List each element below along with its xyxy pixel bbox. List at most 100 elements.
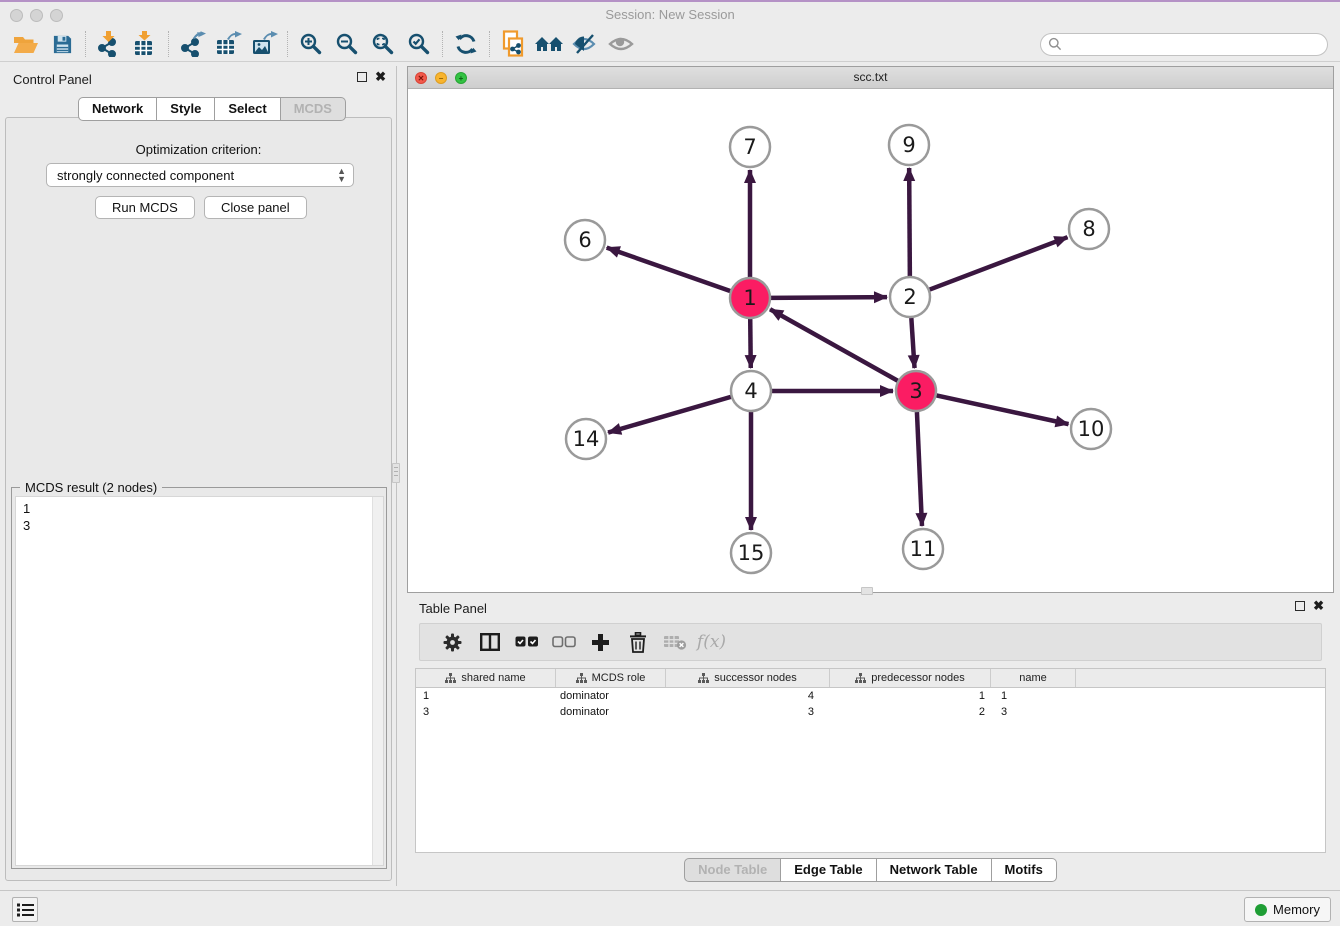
float-table-panel-icon[interactable] bbox=[1295, 601, 1305, 611]
apply-layout-icon[interactable] bbox=[448, 29, 484, 59]
control-panel-tabs: Network Style Select MCDS bbox=[78, 97, 346, 121]
network-window-titlebar[interactable]: ✕ − + scc.txt bbox=[408, 67, 1333, 89]
table-row[interactable]: 3dominator323 bbox=[416, 704, 1325, 720]
column-header-shared-name[interactable]: shared name bbox=[416, 669, 556, 687]
column-header-filler bbox=[1076, 669, 1325, 687]
column-header-predecessor-nodes[interactable]: predecessor nodes bbox=[830, 669, 991, 687]
export-image-icon[interactable] bbox=[246, 29, 282, 59]
table-cell: 2 bbox=[830, 706, 991, 718]
column-header-mcds-role[interactable]: MCDS role bbox=[556, 669, 666, 687]
import-table-icon[interactable] bbox=[127, 29, 163, 59]
float-panel-icon[interactable] bbox=[357, 72, 367, 82]
horizontal-split-grip[interactable] bbox=[861, 587, 873, 595]
graph-edge-1-4[interactable] bbox=[750, 319, 751, 368]
toolbar-separator bbox=[287, 31, 288, 57]
memory-button[interactable]: Memory bbox=[1244, 897, 1331, 922]
traffic-lights[interactable] bbox=[10, 9, 70, 27]
zoom-selected-icon[interactable] bbox=[401, 29, 437, 59]
graph-edge-1-2[interactable] bbox=[771, 297, 887, 298]
tab-style[interactable]: Style bbox=[157, 97, 215, 121]
zoom-out-icon[interactable] bbox=[329, 29, 365, 59]
save-session-icon[interactable] bbox=[44, 29, 80, 59]
deselect-all-icon[interactable] bbox=[545, 627, 582, 657]
tab-network-table[interactable]: Network Table bbox=[877, 858, 992, 882]
export-table-icon[interactable] bbox=[210, 29, 246, 59]
delete-icon[interactable] bbox=[619, 627, 656, 657]
search-input[interactable] bbox=[1040, 33, 1328, 56]
task-history-button[interactable] bbox=[12, 897, 38, 922]
toolbar-separator bbox=[168, 31, 169, 57]
graph-edge-2-3[interactable] bbox=[911, 318, 914, 368]
tab-mcds[interactable]: MCDS bbox=[281, 97, 346, 121]
network-maximize-icon[interactable]: + bbox=[455, 72, 467, 84]
table-cell: 1 bbox=[830, 690, 991, 702]
show-all-icon[interactable] bbox=[603, 29, 639, 59]
optimization-criterion-label: Optimization criterion: bbox=[6, 142, 391, 157]
graph-edge-2-8[interactable] bbox=[930, 237, 1068, 289]
select-all-icon[interactable] bbox=[508, 627, 545, 657]
status-bar: Memory bbox=[0, 890, 1340, 926]
select-stepper-icon: ▲▼ bbox=[337, 167, 346, 183]
mcds-result-line: 3 bbox=[16, 517, 383, 534]
close-table-panel-icon[interactable]: ✖ bbox=[1313, 600, 1324, 612]
network-graph[interactable]: 7968124314101511 bbox=[408, 89, 1333, 592]
table-row[interactable]: 1dominator411 bbox=[416, 688, 1325, 704]
table-panel-title: Table Panel bbox=[419, 601, 487, 616]
tab-select[interactable]: Select bbox=[215, 97, 280, 121]
list-icon bbox=[17, 903, 34, 917]
import-network-icon[interactable] bbox=[91, 29, 127, 59]
memory-label: Memory bbox=[1273, 902, 1320, 917]
close-panel-icon[interactable]: ✖ bbox=[375, 71, 386, 83]
graph-edge-1-6[interactable] bbox=[607, 248, 730, 291]
columns-icon[interactable] bbox=[471, 627, 508, 657]
table-body: 1dominator4113dominator323 bbox=[416, 688, 1325, 720]
export-network-icon[interactable] bbox=[174, 29, 210, 59]
add-icon[interactable] bbox=[582, 627, 619, 657]
table-cell: 4 bbox=[666, 690, 830, 702]
graph-node-label: 8 bbox=[1082, 217, 1095, 241]
zoom-in-icon[interactable] bbox=[293, 29, 329, 59]
graph-node-label: 1 bbox=[743, 286, 756, 310]
graph-node-label: 11 bbox=[910, 537, 937, 561]
table-cell: dominator bbox=[556, 690, 666, 702]
new-network-from-selection-icon[interactable] bbox=[495, 29, 531, 59]
table-cell: 3 bbox=[991, 706, 1076, 718]
graph-edge-2-9[interactable] bbox=[909, 168, 910, 276]
result-scrollbar[interactable] bbox=[372, 497, 383, 865]
column-header-successor-nodes[interactable]: successor nodes bbox=[666, 669, 830, 687]
search-field[interactable] bbox=[1040, 33, 1328, 56]
graph-edge-3-10[interactable] bbox=[937, 395, 1069, 424]
open-file-icon[interactable] bbox=[8, 29, 44, 59]
column-header-name[interactable]: name bbox=[991, 669, 1076, 687]
vertical-split-grip[interactable] bbox=[392, 463, 400, 483]
toolbar-separator bbox=[442, 31, 443, 57]
zoom-window-icon[interactable] bbox=[50, 9, 63, 22]
gear-icon[interactable] bbox=[434, 627, 471, 657]
tab-network[interactable]: Network bbox=[78, 97, 157, 121]
graph-edge-3-11[interactable] bbox=[917, 412, 922, 526]
graph-edge-4-14[interactable] bbox=[608, 397, 731, 433]
minimize-window-icon[interactable] bbox=[30, 9, 43, 22]
close-panel-button[interactable]: Close panel bbox=[204, 196, 307, 219]
run-mcds-button[interactable]: Run MCDS bbox=[95, 196, 195, 219]
table-cell: 3 bbox=[416, 706, 556, 718]
delete-table-icon[interactable] bbox=[656, 627, 693, 657]
mcds-result-group: MCDS result (2 nodes) 13 bbox=[11, 487, 387, 869]
first-neighbors-icon[interactable] bbox=[531, 29, 567, 59]
close-window-icon[interactable] bbox=[10, 9, 23, 22]
criterion-select[interactable]: strongly connected component ▲▼ bbox=[46, 163, 354, 187]
network-minimize-icon[interactable]: − bbox=[435, 72, 447, 84]
graph-edge-3-1[interactable] bbox=[770, 309, 898, 380]
mcds-result-line: 1 bbox=[16, 500, 383, 517]
network-close-icon[interactable]: ✕ bbox=[415, 72, 427, 84]
hide-selected-icon[interactable] bbox=[567, 29, 603, 59]
tab-edge-table[interactable]: Edge Table bbox=[781, 858, 876, 882]
graph-node-label: 7 bbox=[743, 135, 756, 159]
graph-node-label: 10 bbox=[1078, 417, 1105, 441]
mcds-result-area[interactable]: 13 bbox=[15, 496, 384, 866]
table-header-row: shared name MCDS role successor nodes pr… bbox=[416, 669, 1325, 688]
tab-motifs[interactable]: Motifs bbox=[992, 858, 1057, 882]
zoom-fit-icon[interactable] bbox=[365, 29, 401, 59]
graph-node-label: 9 bbox=[902, 133, 915, 157]
tab-node-table[interactable]: Node Table bbox=[684, 858, 781, 882]
